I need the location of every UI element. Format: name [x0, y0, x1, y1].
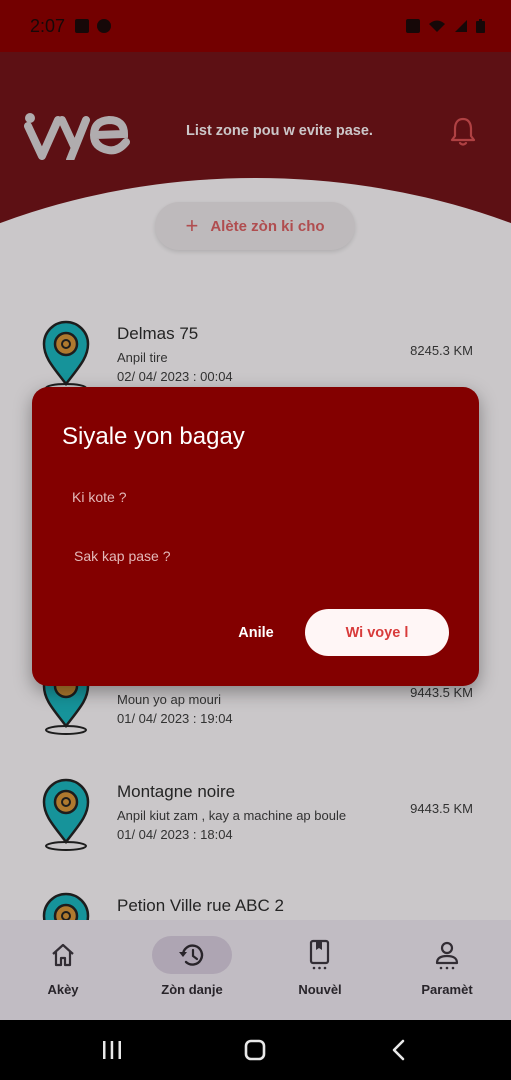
description-input[interactable] — [62, 536, 450, 576]
app-screen: 2:07 List zone pou w evite pase. + Alète… — [0, 0, 511, 1020]
send-button[interactable]: Wi voye l — [305, 609, 449, 656]
back-chevron-icon — [392, 1039, 405, 1061]
dialog-title: Siyale yon bagay — [62, 423, 245, 450]
cancel-button[interactable]: Anile — [230, 613, 282, 653]
location-input[interactable] — [62, 477, 450, 517]
back-button[interactable] — [378, 1035, 418, 1065]
recent-apps-icon — [103, 1041, 121, 1059]
recent-apps-button[interactable] — [92, 1035, 132, 1065]
home-square-icon — [244, 1039, 266, 1061]
report-dialog: Siyale yon bagay Anile Wi voye l — [32, 387, 479, 686]
home-system-button[interactable] — [235, 1035, 275, 1065]
system-navigation-bar — [0, 1020, 511, 1080]
